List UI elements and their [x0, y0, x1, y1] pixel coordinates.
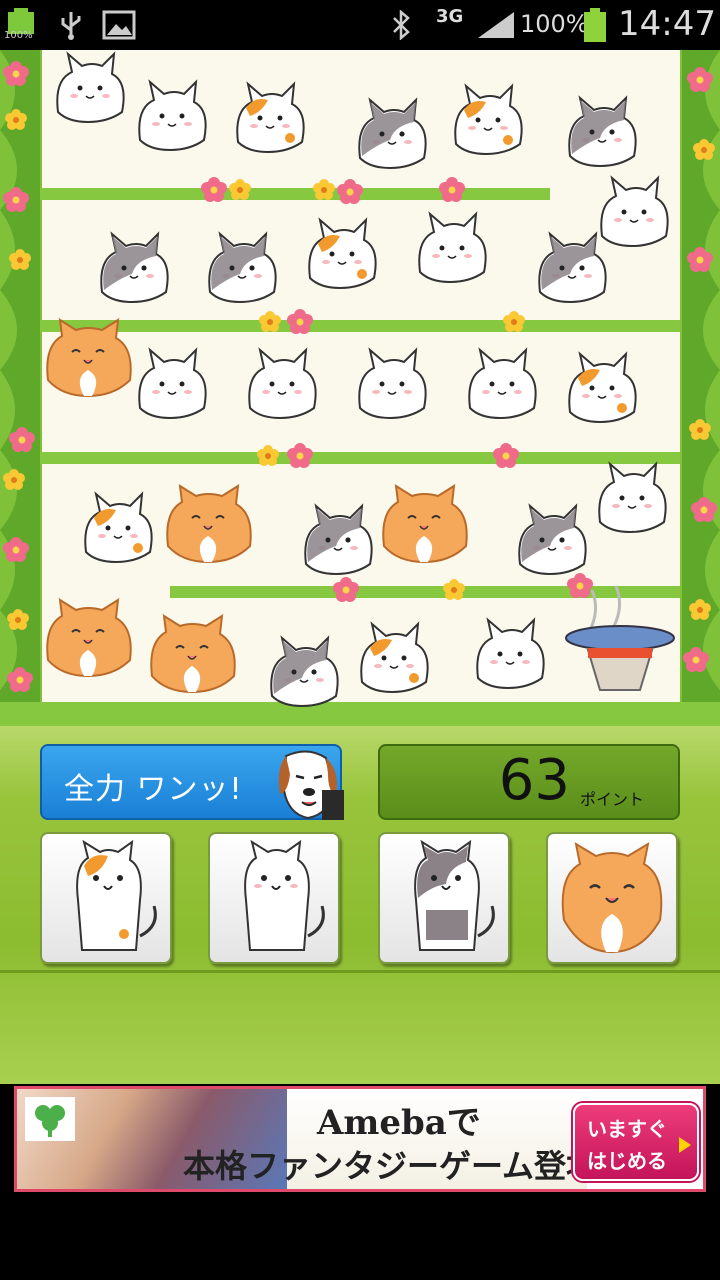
clock: 14:47 [618, 4, 716, 44]
dog-icon [278, 750, 344, 820]
game-field-art [0, 50, 720, 726]
ameba-clover-icon [25, 1097, 75, 1141]
white-cat-icon [244, 840, 325, 951]
usb-icon [61, 12, 81, 40]
ad-cta-button[interactable]: いますぐ はじめる [573, 1103, 699, 1181]
ad-headline: Amebaで [317, 1103, 481, 1143]
gray-tabby-cat-button[interactable] [378, 832, 510, 964]
panel-divider [0, 970, 720, 973]
points-unit: ポイント [579, 790, 644, 809]
signal-icon [478, 12, 514, 38]
orange-fat-cat-button[interactable] [546, 832, 678, 964]
battery-icon [584, 8, 606, 42]
ad-banner[interactable]: Amebaで 本格ファンタジーゲーム登場！ いますぐ はじめる [14, 1086, 706, 1192]
play-arrow-icon [679, 1137, 691, 1153]
bluetooth-icon [393, 10, 410, 40]
white-cat-button[interactable] [208, 832, 340, 964]
ad-subheadline: 本格ファンタジーゲーム登場！ [183, 1147, 631, 1185]
battery-percent: 100% [520, 10, 589, 38]
calico-cat-icon [76, 840, 157, 951]
grilled-fish-icon [565, 585, 675, 691]
full-power-button[interactable]: 全力 ワンッ! [40, 744, 344, 820]
points-value: 63 [498, 748, 570, 813]
battery-small-label: 100% [4, 30, 33, 41]
ad-cta-line1: いますぐ [587, 1117, 667, 1141]
image-notification-icon [102, 10, 136, 40]
calico-cat-button[interactable] [40, 832, 172, 964]
points-display: 63 ポイント [378, 744, 680, 820]
status-bar: 100% 3G 100% 14:47 [0, 0, 720, 50]
full-power-button-label: 全力 ワンッ! [64, 772, 243, 807]
gray-tabby-cat-icon [414, 840, 495, 951]
control-panel: 全力 ワンッ! 63 ポイント [0, 726, 720, 1084]
game-field[interactable] [0, 50, 720, 726]
network-type-label: 3G [436, 6, 464, 27]
ad-cta-line2: はじめる [587, 1149, 667, 1173]
bottom-area [0, 1196, 720, 1280]
orange-fat-cat-icon [561, 841, 663, 954]
